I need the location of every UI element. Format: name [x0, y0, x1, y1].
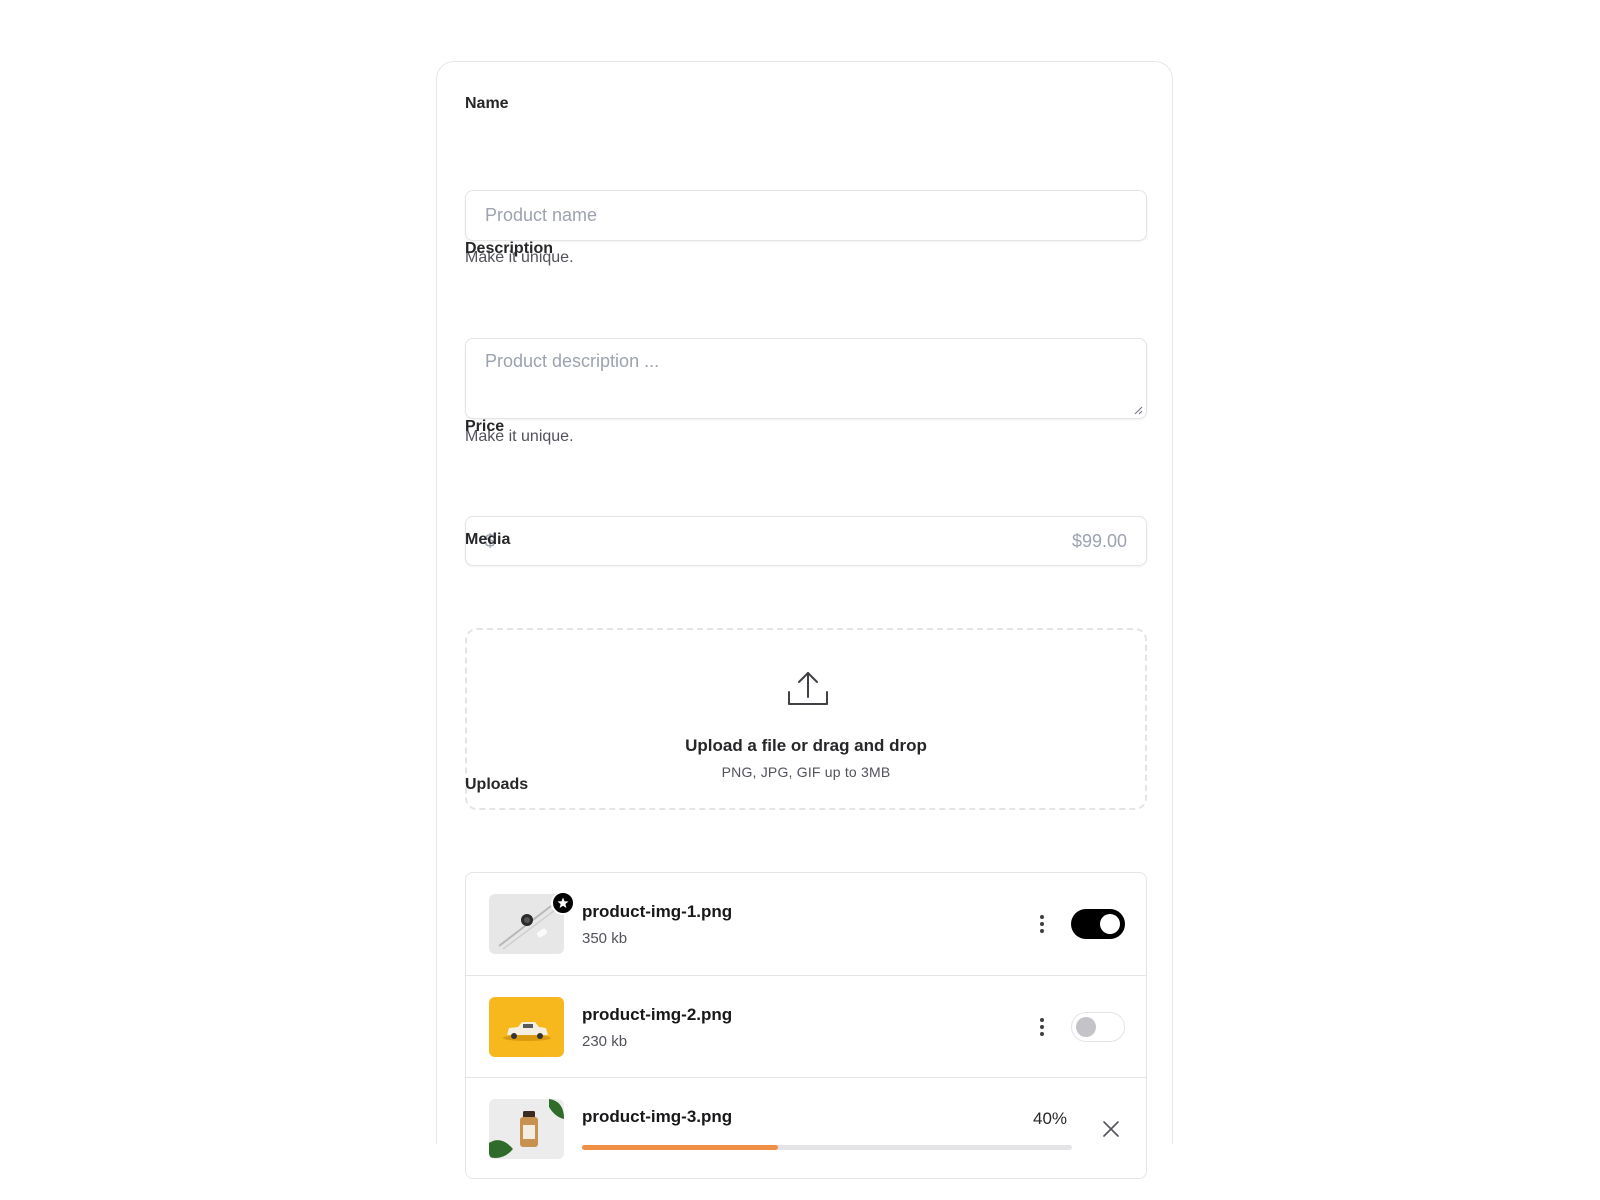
- name-input[interactable]: [485, 191, 1125, 240]
- upload-icon: [788, 672, 828, 705]
- upload-progress-percent: 40%: [1033, 1109, 1068, 1128]
- product-form-card: Name Make it unique. Description Make it…: [436, 61, 1173, 1179]
- cancel-upload-icon[interactable]: [1102, 1120, 1120, 1138]
- featured-star-icon: [551, 891, 575, 915]
- name-field[interactable]: [465, 190, 1147, 241]
- file-name: product-img-3.png: [582, 1107, 733, 1126]
- resize-grip-icon[interactable]: [1133, 405, 1143, 415]
- dropzone-title[interactable]: Upload a file or drag and drop: [467, 736, 1145, 756]
- uploads-list: product-img-1.png 350 kb product-img-2.p…: [465, 872, 1147, 1179]
- dropzone-subtitle: PNG, JPG, GIF up to 3MB: [721, 764, 891, 780]
- toggle-knob: [1076, 1017, 1096, 1037]
- file-thumbnail: [489, 1099, 564, 1159]
- more-options-icon[interactable]: [1036, 913, 1048, 935]
- price-field[interactable]: $: [465, 516, 1147, 566]
- price-label: Price: [465, 418, 505, 435]
- upload-item: product-img-3.png 40%: [466, 1077, 1146, 1178]
- upload-item: product-img-1.png 350 kb: [466, 873, 1146, 975]
- media-dropzone[interactable]: Upload a file or drag and drop PNG, JPG,…: [465, 628, 1147, 810]
- file-name: product-img-2.png: [582, 1005, 733, 1024]
- price-input[interactable]: [567, 517, 1127, 565]
- visibility-toggle[interactable]: [1071, 1012, 1125, 1042]
- media-label: Media: [465, 531, 511, 548]
- visibility-toggle[interactable]: [1071, 909, 1125, 939]
- toggle-knob: [1100, 914, 1120, 934]
- name-label: Name: [465, 95, 509, 112]
- description-field[interactable]: [465, 338, 1147, 419]
- uploads-label: Uploads: [465, 776, 529, 793]
- upload-item: product-img-2.png 230 kb: [466, 975, 1146, 1078]
- file-size: 230 kb: [582, 1033, 628, 1050]
- upload-progress-bar: [582, 1145, 1072, 1150]
- file-name: product-img-1.png: [582, 902, 733, 921]
- file-size: 350 kb: [582, 930, 628, 947]
- file-thumbnail: [489, 997, 564, 1057]
- more-options-icon[interactable]: [1036, 1016, 1048, 1038]
- upload-progress-fill: [582, 1145, 778, 1150]
- description-label: Description: [465, 240, 554, 257]
- description-textarea[interactable]: [485, 351, 1125, 411]
